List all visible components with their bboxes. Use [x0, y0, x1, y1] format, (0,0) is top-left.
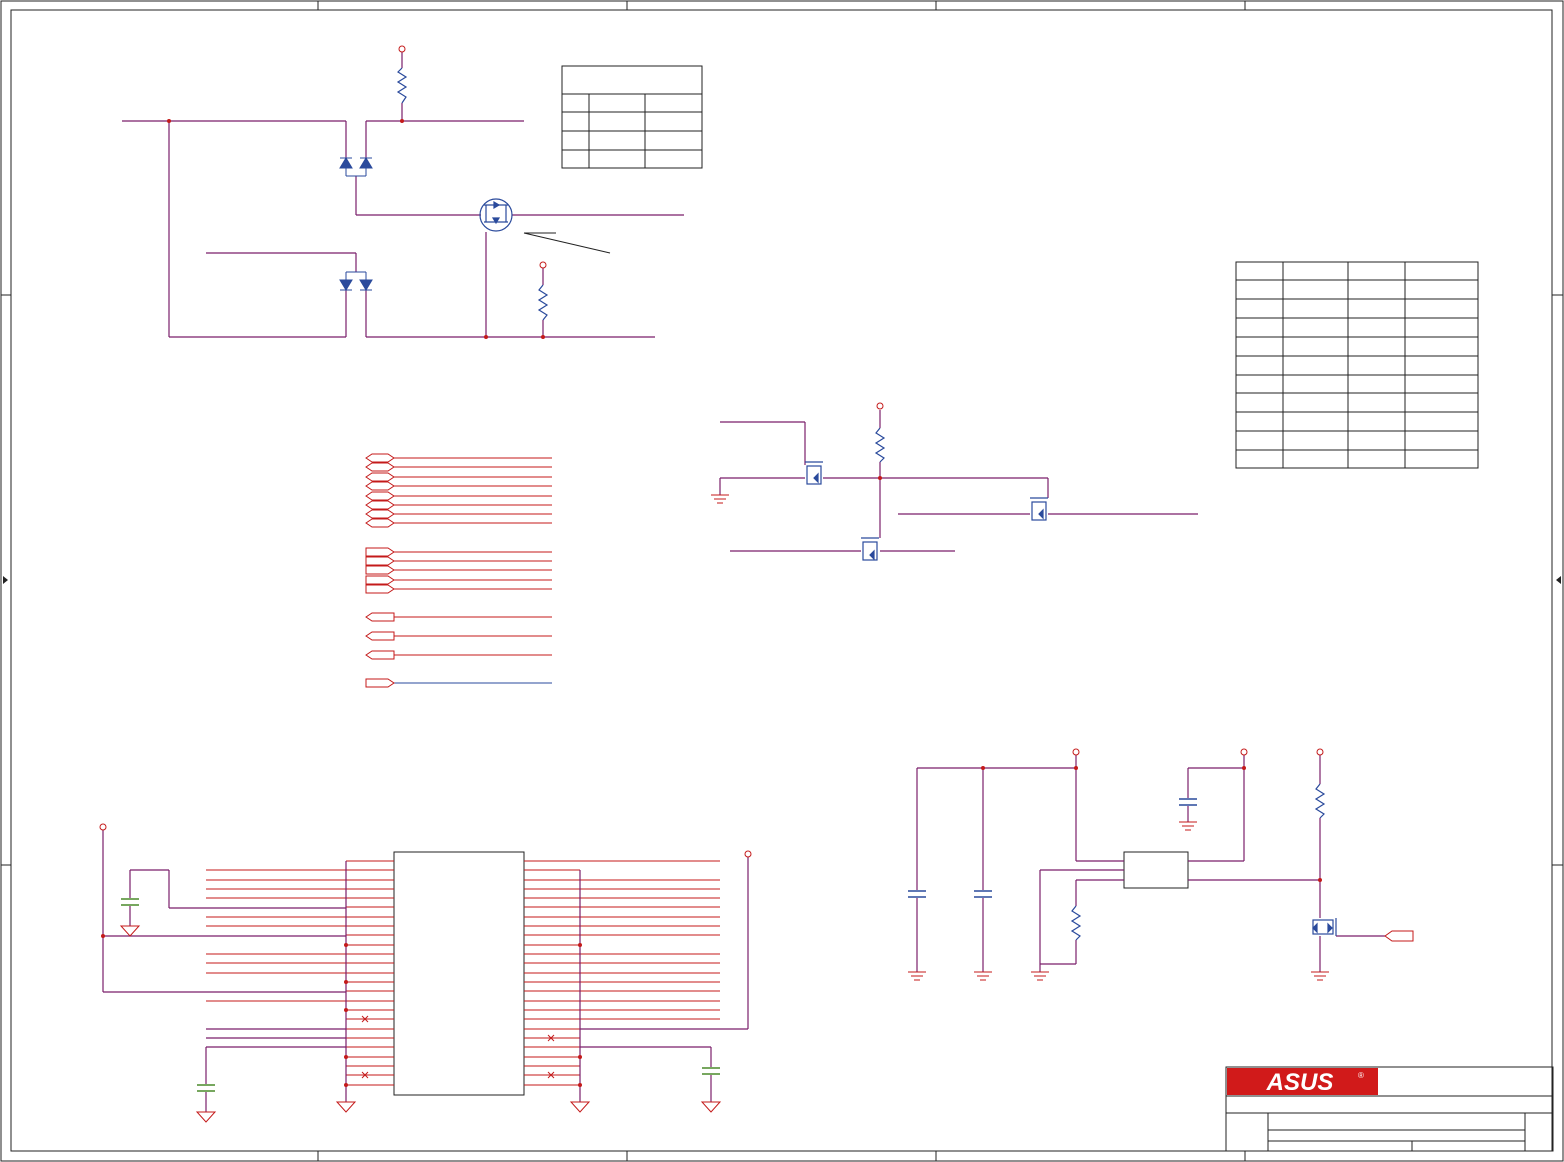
- title-block: ASUS ®: [1225, 1066, 1554, 1152]
- resistor-icon: [1070, 783, 1326, 941]
- mid-mosfet-circuit: [711, 402, 1198, 561]
- bottom-left-ic-circuit: [99, 823, 752, 1123]
- junction-dots: [101, 934, 582, 1087]
- resistor-icon: [874, 427, 886, 463]
- mosfet-icon: [1312, 918, 1337, 936]
- registered-mark: ®: [1358, 1071, 1364, 1080]
- power-pin-icon: [1072, 748, 1324, 756]
- top-left-circuit: [122, 45, 684, 339]
- bottom-right-regulator-circuit: [908, 748, 1414, 981]
- power-pin-icon: [876, 402, 884, 410]
- asus-logo: ASUS ®: [1227, 1068, 1378, 1096]
- capacitor-icon: [121, 898, 720, 1092]
- top-table: [561, 65, 703, 169]
- ic-body: [393, 851, 525, 1096]
- capacitor-icon: [908, 798, 1197, 898]
- port-arrow-icon: [365, 453, 395, 688]
- border-arrow-icons: [3, 576, 1561, 584]
- port-bus: [365, 453, 552, 688]
- sheet-border: [0, 0, 1564, 1162]
- resistor-icon: [396, 67, 549, 321]
- mosfet-icon: [805, 461, 1048, 561]
- mosfet-icon: [479, 198, 513, 232]
- ground-icon: [119, 925, 722, 1123]
- schematic-sheet: ASUS ®: [0, 0, 1564, 1162]
- right-table: [1235, 261, 1479, 469]
- ground-icon: [711, 494, 729, 504]
- asus-logo-text: ASUS: [1266, 1069, 1334, 1096]
- ground-icon: [908, 821, 1329, 981]
- port-arrow-icon: [1384, 930, 1414, 942]
- junction-dots: [981, 766, 1322, 882]
- regulator-ic-body: [1123, 851, 1189, 889]
- power-pin-icon: [398, 45, 547, 269]
